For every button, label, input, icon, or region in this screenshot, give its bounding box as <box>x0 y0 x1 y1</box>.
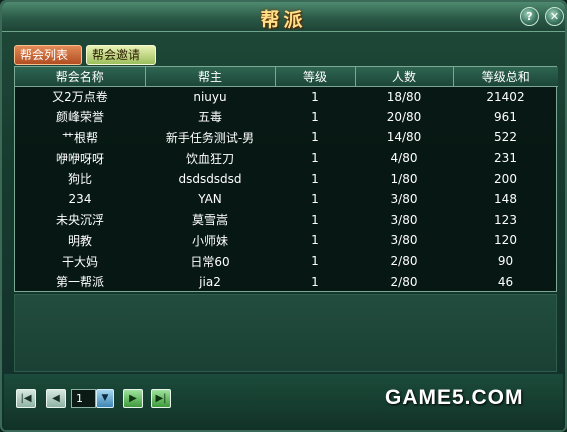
level-total-cell: 90 <box>497 254 514 269</box>
table-row[interactable]: 干大妈 日常60 1 2/80 90 <box>15 251 558 272</box>
close-icon: ✕ <box>549 10 560 23</box>
table-row[interactable]: 未央沉浮 莫雪嵩 1 3/80 123 <box>15 210 558 231</box>
guild-name-cell: 234 <box>68 192 92 207</box>
members-cell: 2/80 <box>390 274 418 289</box>
members-cell: 2/80 <box>390 254 418 269</box>
guild-name-cell: 又2万点卷 <box>52 90 108 105</box>
leader-cell: 饮血狂刀 <box>185 151 234 166</box>
level-total-cell: 231 <box>494 151 517 166</box>
leader-cell: 五毒 <box>197 110 222 125</box>
title-bar[interactable]: 帮派 <box>2 2 565 32</box>
members-cell: 3/80 <box>390 233 418 248</box>
column-header-level[interactable]: 等级 <box>275 67 356 87</box>
leader-cell: YAN <box>198 192 222 207</box>
column-header-members[interactable]: 人数 <box>355 67 454 87</box>
page-number-field[interactable]: 1 <box>71 389 96 408</box>
level-cell: 1 <box>311 274 319 289</box>
guild-name-cell: 艹根帮 <box>61 130 98 145</box>
guild-name-cell: 颜峰荣誉 <box>55 110 104 125</box>
close-button[interactable]: ✕ <box>545 7 564 26</box>
members-cell: 3/80 <box>390 192 418 207</box>
leader-cell: 莫雪嵩 <box>191 213 228 228</box>
level-total-cell: 522 <box>494 130 517 145</box>
leader-cell: 小师妹 <box>191 233 228 248</box>
level-cell: 1 <box>311 130 319 145</box>
guild-name-cell: 狗比 <box>67 172 92 187</box>
level-total-cell: 148 <box>494 192 517 207</box>
table-row[interactable]: 234 YAN 1 3/80 148 <box>15 189 558 210</box>
guild-name-cell: 明教 <box>67 233 92 248</box>
table-header-row: 帮会名称 帮主 等级 人数 等级总和 <box>15 67 558 87</box>
level-total-cell: 21402 <box>486 89 525 104</box>
column-header-level-total[interactable]: 等级总和 <box>453 67 558 87</box>
guild-name-cell: 咿咿呀呀 <box>55 151 104 166</box>
skip-last-icon: ▶| <box>155 393 167 404</box>
guild-name-cell: 干大妈 <box>61 254 98 269</box>
page-dropdown-button[interactable]: ▼ <box>96 389 114 408</box>
level-cell: 1 <box>311 151 319 166</box>
members-cell: 20/80 <box>386 109 422 124</box>
chevron-left-icon: ◀ <box>52 393 60 404</box>
table-row[interactable]: 艹根帮 新手任务测试-男 1 14/80 522 <box>15 127 558 148</box>
leader-cell: 新手任务测试-男 <box>165 130 255 145</box>
level-cell: 1 <box>311 109 319 124</box>
help-button[interactable]: ? <box>520 7 539 26</box>
skip-first-icon: |◀ <box>20 393 32 404</box>
chevron-right-icon: ▶ <box>129 393 137 404</box>
table-row[interactable]: 咿咿呀呀 饮血狂刀 1 4/80 231 <box>15 148 558 169</box>
last-page-button[interactable]: ▶| <box>151 389 171 408</box>
leader-cell: jia2 <box>199 274 221 289</box>
tab-guild-invite[interactable]: 帮会邀请 <box>86 45 156 65</box>
level-total-cell: 120 <box>494 233 517 248</box>
guild-name-cell: 第一帮派 <box>55 275 104 290</box>
table-row[interactable]: 明教 小师妹 1 3/80 120 <box>15 230 558 251</box>
level-total-cell: 961 <box>494 109 517 124</box>
watermark: GAME5.COM <box>385 386 524 409</box>
question-icon: ? <box>526 10 533 23</box>
members-cell: 3/80 <box>390 212 418 227</box>
chevron-down-icon: ▼ <box>101 393 109 403</box>
members-cell: 18/80 <box>386 89 422 104</box>
guild-window: 帮派 ? ✕ 帮会列表 帮会邀请 帮会名称 帮主 等级 人数 等级总和 又2万点… <box>0 0 567 432</box>
first-page-button[interactable]: |◀ <box>16 389 36 408</box>
level-cell: 1 <box>311 171 319 186</box>
prev-page-button[interactable]: ◀ <box>46 389 66 408</box>
level-cell: 1 <box>311 192 319 207</box>
table-row[interactable]: 第一帮派 jia2 1 2/80 46 <box>15 271 558 292</box>
guild-name-cell: 未央沉浮 <box>55 213 104 228</box>
guild-table: 帮会名称 帮主 等级 人数 等级总和 又2万点卷 niuyu 1 18/80 2… <box>14 66 558 292</box>
level-cell: 1 <box>311 254 319 269</box>
level-total-cell: 200 <box>494 171 517 186</box>
detail-area <box>14 294 557 372</box>
leader-cell: niuyu <box>193 89 227 104</box>
tab-guild-list[interactable]: 帮会列表 <box>14 45 82 65</box>
window-title: 帮派 <box>260 9 307 31</box>
members-cell: 14/80 <box>386 130 422 145</box>
table-row[interactable]: 狗比 dsdsdsdsd 1 1/80 200 <box>15 168 558 189</box>
column-header-guild-name[interactable]: 帮会名称 <box>15 67 146 87</box>
leader-cell: 日常60 <box>190 254 230 269</box>
table-row[interactable]: 颜峰荣誉 五毒 1 20/80 961 <box>15 107 558 128</box>
level-cell: 1 <box>311 233 319 248</box>
level-total-cell: 123 <box>494 212 517 227</box>
next-page-button[interactable]: ▶ <box>123 389 143 408</box>
members-cell: 4/80 <box>390 151 418 166</box>
leader-cell: dsdsdsdsd <box>178 171 242 186</box>
table-row[interactable]: 又2万点卷 niuyu 1 18/80 21402 <box>15 86 558 107</box>
level-cell: 1 <box>311 89 319 104</box>
column-header-leader[interactable]: 帮主 <box>145 67 276 87</box>
level-total-cell: 46 <box>497 274 514 289</box>
members-cell: 1/80 <box>390 171 418 186</box>
level-cell: 1 <box>311 212 319 227</box>
